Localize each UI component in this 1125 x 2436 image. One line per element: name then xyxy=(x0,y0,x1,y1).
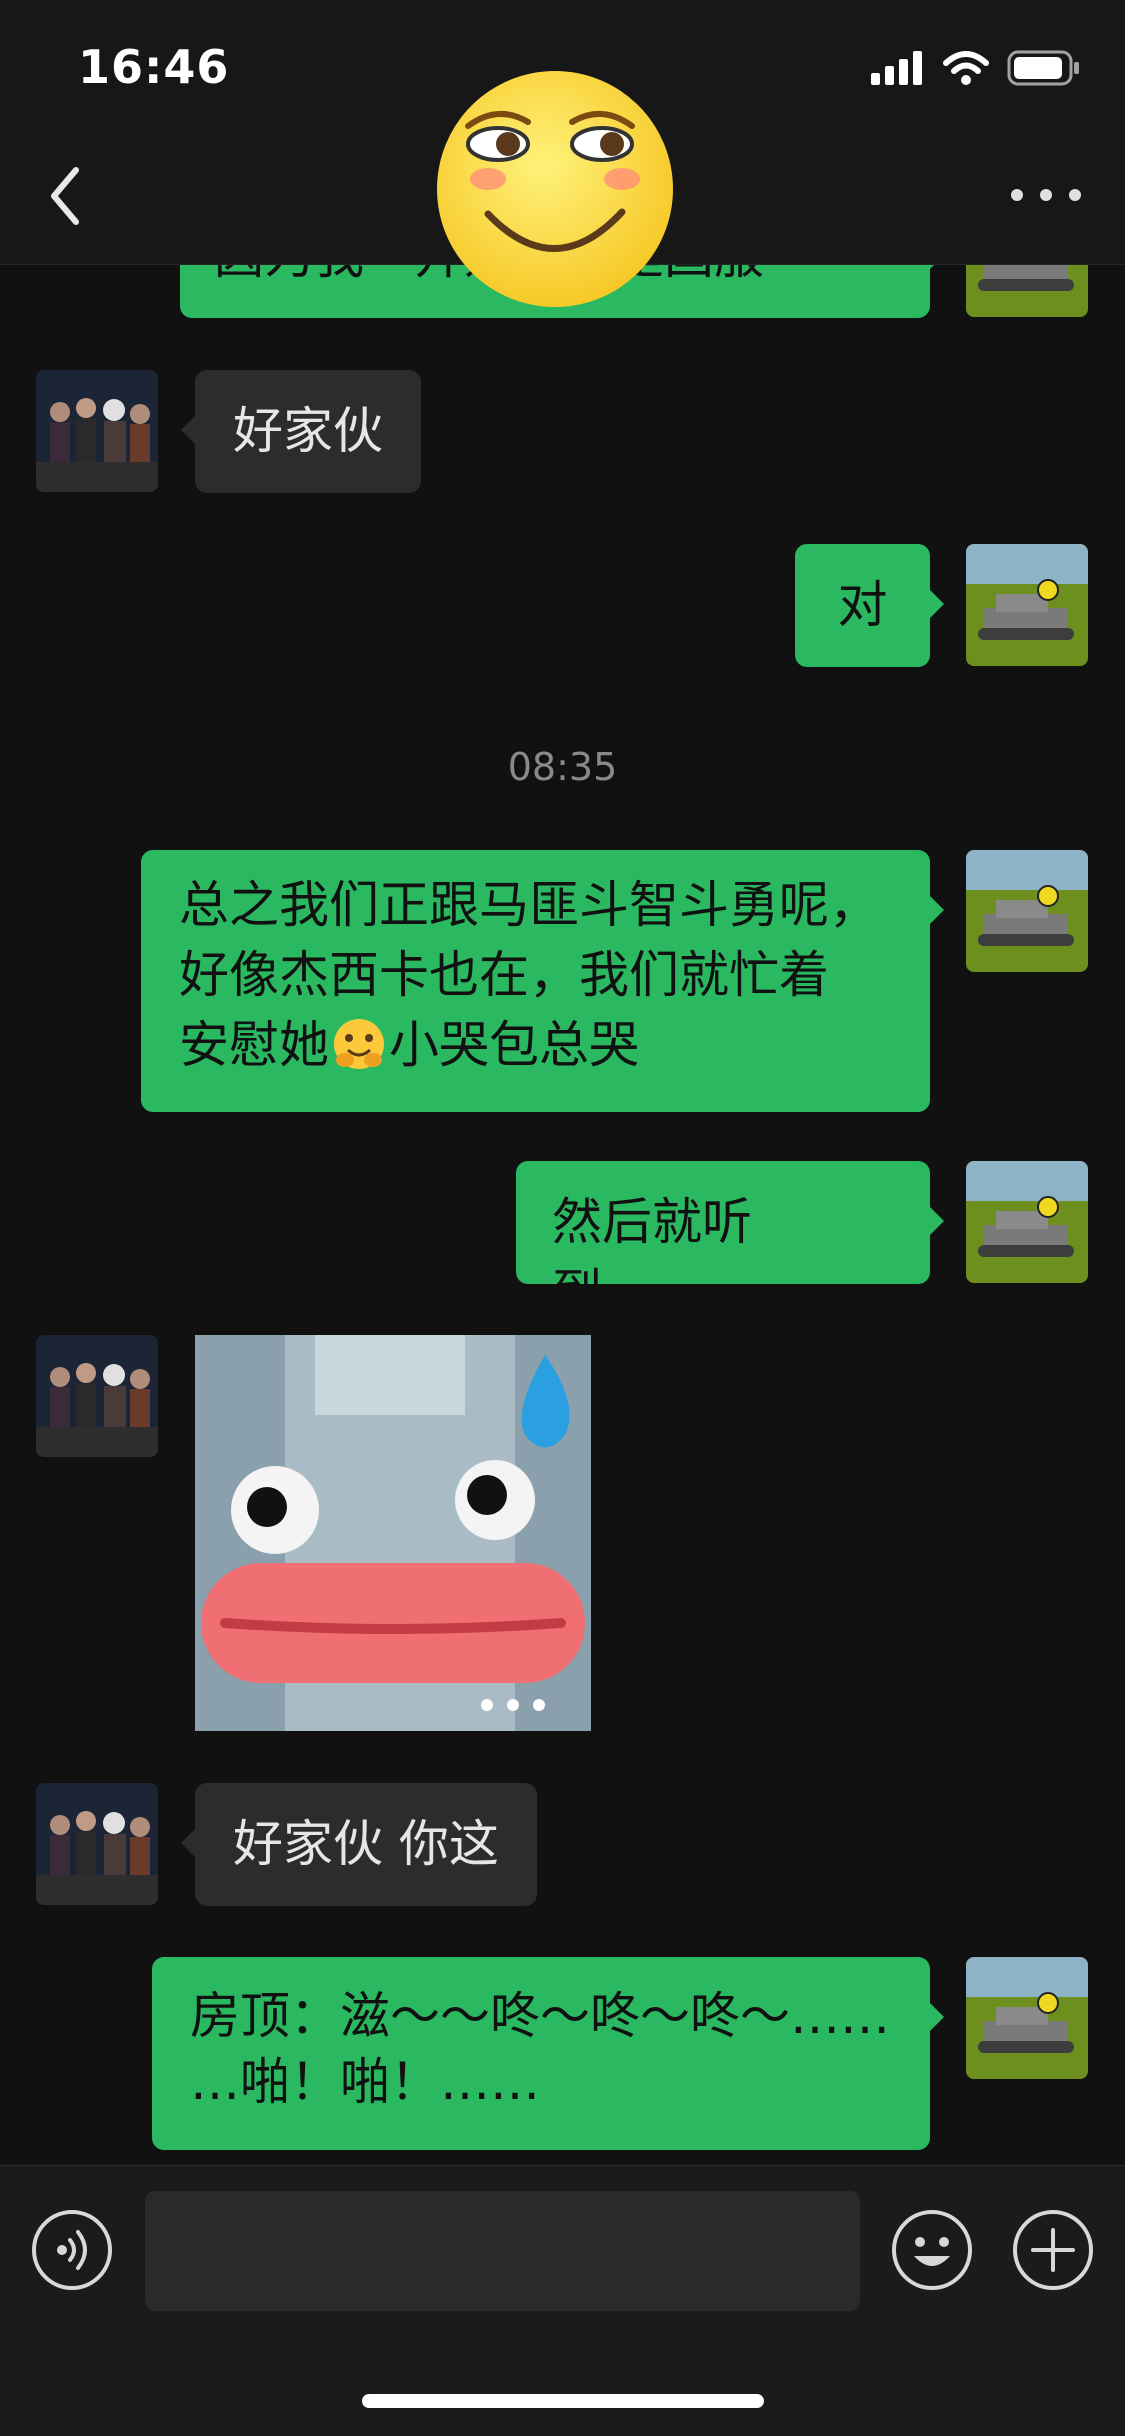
more-button[interactable] xyxy=(1011,180,1081,210)
tank-avatar xyxy=(966,1957,1088,2079)
avatar-friend[interactable] xyxy=(36,370,158,492)
battery-icon xyxy=(1007,50,1079,86)
message-bubble-incoming[interactable]: 好家伙 你这 xyxy=(181,1783,537,1906)
tank-avatar xyxy=(966,1161,1088,1283)
message-bubble-outgoing[interactable]: 总之我们正跟马匪斗智斗勇呢， 好像杰西卡也在，我们就忙着 安慰她 小哭包总哭 xyxy=(141,850,944,1112)
message-bubble-incoming[interactable]: 好家伙 xyxy=(181,370,421,493)
group-photo-avatar xyxy=(36,370,158,492)
wifi-icon xyxy=(943,51,989,85)
plus-button[interactable] xyxy=(1013,2210,1093,2290)
status-time: 16:46 xyxy=(78,40,230,94)
emoji-icon xyxy=(914,2237,950,2266)
signal-icon xyxy=(871,51,922,85)
bottle-lips-sweat-sticker[interactable] xyxy=(195,1335,591,1731)
group-photo-avatar xyxy=(36,1783,158,1905)
message-bubble-outgoing[interactable]: 房顶：滋～～咚～咚～咚～…… …啪！啪！…… xyxy=(152,1957,944,2150)
group-photo-avatar xyxy=(36,1335,158,1457)
avatar-self[interactable] xyxy=(966,1161,1088,1283)
avatar-friend[interactable] xyxy=(36,1335,158,1457)
voice-icon xyxy=(57,2230,87,2270)
message-timestamp: 08:35 xyxy=(507,745,618,789)
avatar-friend[interactable] xyxy=(36,1783,158,1905)
tank-avatar xyxy=(966,850,1088,972)
avatar-self[interactable] xyxy=(966,265,1088,317)
input-bar xyxy=(0,2165,1125,2436)
tank-avatar xyxy=(966,544,1088,666)
home-indicator[interactable] xyxy=(362,2394,764,2408)
chat-area[interactable]: 因为我一开始应该是国服 好家伙 对 xyxy=(0,265,1125,2165)
tank-avatar xyxy=(966,265,1088,317)
status-icons xyxy=(871,50,1081,86)
avatar-self[interactable] xyxy=(966,544,1088,666)
message-bubble-outgoing[interactable]: 然后就听到…… xyxy=(516,1161,944,1321)
chevron-left-icon xyxy=(51,167,79,225)
avatar-self[interactable] xyxy=(966,850,1088,972)
message-bubble-outgoing[interactable]: 对 xyxy=(795,544,944,667)
avatar-self[interactable] xyxy=(966,1957,1088,2079)
emoji-button[interactable] xyxy=(892,2210,972,2290)
back-button[interactable] xyxy=(40,160,104,232)
hugging-face-emoji xyxy=(334,1019,384,1069)
smirk-face-sticker xyxy=(437,71,673,307)
plus-icon xyxy=(1031,2228,1075,2272)
more-icon xyxy=(1011,189,1023,201)
message-input[interactable] xyxy=(145,2191,860,2311)
voice-button[interactable] xyxy=(32,2210,112,2290)
